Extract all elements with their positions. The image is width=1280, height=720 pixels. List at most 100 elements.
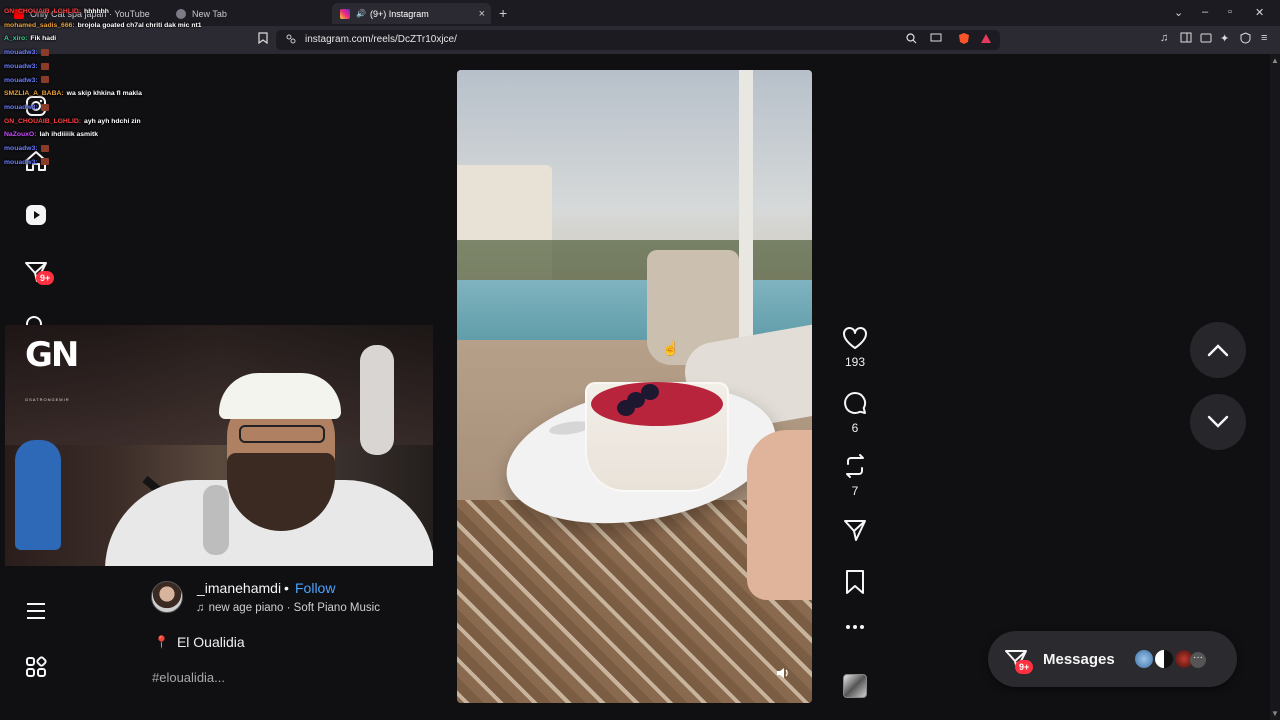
share-icon[interactable]	[842, 517, 868, 543]
chat-username: mouadw3:	[4, 62, 38, 70]
next-reel-button[interactable]	[1190, 394, 1246, 450]
chat-message: mouadw3:	[4, 74, 264, 88]
messages-label: Messages	[1043, 651, 1115, 668]
url-bar[interactable]: instagram.com/reels/DcZTr10xjce/	[276, 30, 1000, 50]
chat-message: SMZLIA_A_BABA: wa skip khkina fl makla	[4, 87, 264, 101]
repost-icon[interactable]	[842, 453, 868, 479]
author-avatar[interactable]	[151, 581, 183, 613]
window-close-icon[interactable]: ✕	[1255, 6, 1264, 19]
brave-rewards-icon[interactable]	[980, 33, 992, 47]
chat-message: GN_CHOUAIB_LGHLID: ayh ayh hdchi zin	[4, 115, 264, 129]
chat-message: mouadw3:	[4, 142, 264, 156]
tab-label: (9+) Instagram	[369, 8, 429, 19]
cast-icon[interactable]	[930, 33, 942, 46]
chat-username: NaZouxO:	[4, 131, 37, 139]
conversation-avatar[interactable]	[1154, 649, 1174, 669]
audio-label: new age piano · Soft Piano Music	[208, 602, 380, 614]
wallet-icon[interactable]	[1200, 32, 1212, 46]
follow-button[interactable]: Follow	[295, 580, 335, 596]
chat-message: mouadw3:	[4, 156, 264, 170]
save-action[interactable]	[838, 569, 872, 595]
chat-username: GN_CHOUAIB_LGHLID:	[4, 117, 82, 125]
like-count: 193	[844, 355, 866, 369]
video-pole	[739, 70, 753, 340]
audio-thumbnail[interactable]	[843, 674, 867, 698]
site-info-icon[interactable]	[286, 34, 296, 47]
previous-reel-button[interactable]	[1190, 322, 1246, 378]
comment-icon[interactable]	[842, 390, 868, 416]
chevron-up-icon	[1207, 344, 1229, 357]
repost-action[interactable]: 7	[838, 453, 872, 498]
volume-icon[interactable]	[772, 662, 794, 684]
chat-username: mouadw3:	[4, 76, 38, 84]
emote-icon	[40, 158, 49, 166]
tab-search-icon[interactable]: ⌄	[1174, 6, 1183, 19]
white-figurine	[360, 345, 394, 455]
emote-icon	[40, 144, 49, 152]
caption-text[interactable]: #eloualidia...	[152, 670, 225, 685]
repost-count: 7	[851, 484, 859, 498]
menu-icon[interactable]: ≡	[1261, 32, 1267, 44]
sidebar-icon[interactable]	[1180, 32, 1192, 46]
brave-shield-icon[interactable]	[958, 32, 970, 48]
leo-ai-icon[interactable]: ✦	[1220, 32, 1229, 45]
conversation-avatar[interactable]	[1134, 649, 1154, 669]
close-icon[interactable]: ×	[479, 8, 485, 20]
chat-text: Fik hadi	[30, 35, 57, 43]
audio-link[interactable]: ♫ new age piano · Soft Piano Music	[196, 602, 380, 614]
location-pin-icon: 📍	[154, 635, 169, 649]
zoom-icon[interactable]	[906, 33, 917, 47]
also-from-meta-icon[interactable]	[22, 653, 50, 681]
maximize-icon[interactable]: ▫	[1228, 6, 1232, 18]
vpn-icon[interactable]	[1240, 32, 1251, 47]
instagram-icon	[340, 8, 350, 19]
chat-username: mouadw3:	[4, 145, 38, 153]
more-conversations-icon[interactable]: ···	[1190, 652, 1206, 668]
messages-panel-button[interactable]: 9+ Messages ···	[988, 631, 1237, 687]
more-options-action[interactable]	[838, 624, 872, 630]
channel-logo: GN	[25, 335, 79, 375]
page-scrollbar[interactable]: ▲ ▼	[1270, 54, 1280, 720]
reel-video[interactable]	[457, 70, 812, 703]
emote-icon	[40, 76, 49, 84]
chat-username: A_xiro:	[4, 35, 28, 43]
emote-icon	[40, 62, 49, 70]
video-berry	[641, 384, 659, 400]
streamer-cap	[219, 373, 341, 419]
emote-icon	[40, 48, 49, 56]
more-menu-icon[interactable]	[22, 597, 50, 625]
chat-text: wa skip khkina fl makla	[66, 90, 142, 98]
scroll-up-icon[interactable]: ▲	[1271, 56, 1279, 65]
reels-icon[interactable]	[22, 201, 50, 229]
chat-message: A_xiro: Fik hadi	[4, 32, 264, 46]
stream-chat-overlay: GN_CHOUAIB_LGHLID: hhhhhh mohamed_sadis_66…	[4, 5, 264, 169]
chat-message: GN_CHOUAIB_LGHLID: hhhhhh	[4, 5, 264, 19]
chat-username: GN_CHOUAIB_LGHLID:	[4, 8, 82, 15]
more-options-icon[interactable]	[845, 624, 865, 630]
chat-username: mohamed_sadis_666:	[4, 21, 75, 29]
emote-icon	[40, 103, 49, 111]
author-username[interactable]: _imanehamdi	[197, 580, 281, 596]
chat-username: mouadw3:	[4, 158, 38, 166]
comment-action[interactable]: 6	[838, 390, 872, 435]
bookmark-save-icon[interactable]	[844, 569, 866, 595]
chat-message: mouadw3:	[4, 101, 264, 115]
chat-text: brojola goated ch7al chriti dak mic nt1	[77, 21, 202, 29]
blue-figurine	[15, 440, 61, 550]
share-action[interactable]	[838, 517, 872, 543]
location-tag[interactable]: 📍 El Oualidia	[154, 634, 245, 650]
new-tab-button[interactable]: +	[499, 5, 507, 21]
music-icon[interactable]: ♫	[1160, 32, 1168, 44]
tab-instagram[interactable]: 🔊 (9+) Instagram ×	[332, 3, 491, 24]
minimize-icon[interactable]: –	[1202, 6, 1208, 18]
video-berry	[617, 400, 635, 416]
heart-icon[interactable]	[842, 326, 868, 350]
scroll-down-icon[interactable]: ▼	[1271, 709, 1279, 718]
separator-dot: •	[284, 580, 289, 596]
like-action[interactable]: 193	[838, 326, 872, 369]
notification-badge: 9+	[36, 271, 55, 285]
direct-messages-icon[interactable]: 9+	[22, 258, 55, 286]
chat-message: NaZouxO: lah ihdiiiiik asmitk	[4, 128, 264, 142]
chat-message: mohamed_sadis_666: brojola goated ch7al c…	[4, 19, 264, 33]
chat-text: lah ihdiiiiik asmitk	[39, 131, 99, 139]
